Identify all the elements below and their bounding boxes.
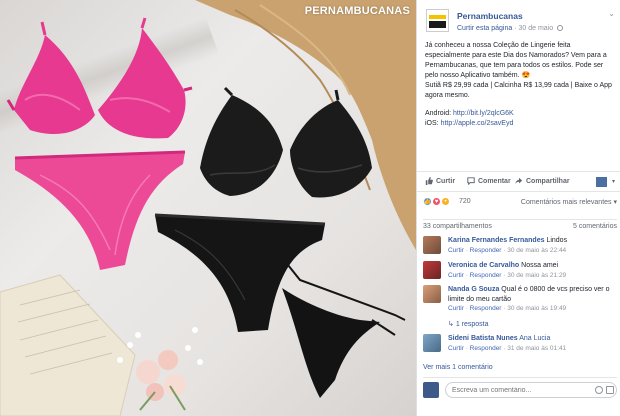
post-photo[interactable]: PERNAMBUCANAS bbox=[0, 0, 416, 416]
brand-watermark: PERNAMBUCANAS bbox=[304, 5, 410, 17]
reply-arrow-icon: ↳ bbox=[448, 321, 456, 328]
thumbs-up-icon bbox=[425, 177, 433, 185]
comment-input[interactable] bbox=[445, 382, 617, 398]
like-reaction-icon: 👍 bbox=[423, 197, 432, 206]
engagement-counts: 33 compartilhamentos 5 comentários bbox=[423, 219, 617, 230]
page-name-link[interactable]: Pernambucanas bbox=[457, 11, 523, 21]
commenter-name[interactable]: Veronica de Carvalho bbox=[448, 262, 519, 269]
page-avatar[interactable] bbox=[426, 9, 449, 32]
share-button[interactable]: Compartilhar bbox=[515, 177, 570, 185]
android-label: Android: bbox=[425, 109, 452, 117]
comment-time[interactable]: 30 de maio às 21:29 bbox=[507, 272, 566, 279]
comment-time[interactable]: 30 de maio às 19:49 bbox=[507, 305, 566, 312]
post-subline: Curtir esta página · 30 de maio bbox=[457, 25, 564, 32]
reactions-summary[interactable]: 👍 ♥ • 720 Comentários mais relevantes ▾ bbox=[423, 197, 617, 209]
comment-meta: Curtir · Responder · 31 de maio às 01:41 bbox=[448, 344, 567, 352]
globe-icon bbox=[557, 25, 564, 32]
chevron-down-icon[interactable]: ▾ bbox=[612, 178, 615, 185]
black-bra bbox=[200, 86, 372, 198]
comment-reply-link[interactable]: Responder bbox=[470, 305, 502, 312]
chevron-down-icon[interactable]: ⌄ bbox=[608, 9, 615, 18]
emoji-icon[interactable] bbox=[595, 386, 603, 394]
like-button[interactable]: Curtir bbox=[425, 177, 455, 185]
lingerie-illustration bbox=[0, 0, 416, 416]
comment-time[interactable]: 30 de maio às 22:44 bbox=[507, 247, 566, 254]
reaction-count[interactable]: 720 bbox=[459, 198, 471, 205]
shares-count[interactable]: 33 compartilhamentos bbox=[423, 223, 492, 230]
post-links: Android: http://bit.ly/2qlcG6K iOS: http… bbox=[425, 109, 615, 129]
comment-reply-link[interactable]: Responder bbox=[470, 247, 502, 254]
commenter-avatar[interactable] bbox=[423, 236, 441, 254]
comment-button[interactable]: Comentar bbox=[467, 177, 511, 185]
commenter-avatar[interactable] bbox=[423, 334, 441, 352]
commenter-avatar[interactable] bbox=[423, 261, 441, 279]
commenter-avatar[interactable] bbox=[423, 285, 441, 303]
actor-selector-avatar[interactable] bbox=[596, 177, 607, 187]
comment-like-link[interactable]: Curtir bbox=[448, 305, 464, 312]
pink-panty bbox=[14, 150, 186, 270]
follow-page-link[interactable]: Curtir esta página bbox=[457, 25, 512, 32]
android-link[interactable]: http://bit.ly/2qlcG6K bbox=[453, 110, 514, 117]
comment-reply-link[interactable]: Responder bbox=[470, 272, 502, 279]
comments-count[interactable]: 5 comentários bbox=[573, 223, 617, 230]
wow-reaction-icon: • bbox=[441, 197, 450, 206]
comment-like-link[interactable]: Curtir bbox=[448, 272, 464, 279]
commenter-name[interactable]: Karina Fernandes Fernandes bbox=[448, 237, 544, 244]
camera-icon[interactable] bbox=[606, 386, 614, 394]
pink-bra bbox=[6, 17, 193, 139]
comment-time[interactable]: 31 de maio às 01:41 bbox=[507, 345, 566, 352]
post-body: Já conheceu a nossa Coleção de Lingerie … bbox=[425, 41, 615, 129]
post-text: Já conheceu a nossa Coleção de Lingerie … bbox=[425, 42, 612, 100]
comment-text: Nossa amei bbox=[521, 262, 559, 269]
comment-reply-link[interactable]: Responder bbox=[470, 345, 502, 352]
view-more-comments-link[interactable]: Ver mais 1 comentário bbox=[423, 364, 493, 371]
book bbox=[0, 274, 136, 416]
comment-meta: Curtir · Responder · 30 de maio às 19:49 bbox=[448, 305, 567, 312]
ios-link[interactable]: http://apple.co/2savEyd bbox=[441, 120, 514, 127]
comment-like-link[interactable]: Curtir bbox=[448, 345, 464, 352]
commenter-name[interactable]: Sideni Batista Nunes bbox=[448, 335, 518, 342]
comment-text: Lindos bbox=[546, 237, 568, 244]
comment-like-link[interactable]: Curtir bbox=[448, 247, 464, 254]
post-date[interactable]: 30 de maio bbox=[519, 25, 554, 32]
post-side-panel: Pernambucanas Curtir esta página · 30 de… bbox=[416, 0, 620, 416]
love-reaction-icon: ♥ bbox=[432, 197, 441, 206]
comment-composer bbox=[423, 377, 617, 401]
ios-label: iOS: bbox=[425, 119, 439, 127]
post-actions-bar: Curtir Comentar Compartilhar ▾ bbox=[417, 171, 620, 192]
view-replies-link[interactable]: ↳ 1 resposta bbox=[448, 320, 489, 328]
comment-meta: Curtir · Responder · 30 de maio às 22:44 bbox=[448, 246, 567, 254]
share-icon bbox=[515, 177, 523, 184]
comment-meta: Curtir · Responder · 30 de maio às 21:29 bbox=[448, 271, 567, 279]
user-avatar bbox=[423, 382, 439, 398]
post-header: Pernambucanas Curtir esta página · 30 de… bbox=[423, 6, 617, 34]
comment-sort-dropdown[interactable]: Comentários mais relevantes ▾ bbox=[521, 198, 617, 206]
commenter-name[interactable]: Nanda G Souza bbox=[448, 286, 499, 293]
comment-icon bbox=[467, 177, 475, 185]
comment-text[interactable]: Ana Lucia bbox=[519, 335, 550, 342]
black-thong bbox=[279, 254, 406, 398]
